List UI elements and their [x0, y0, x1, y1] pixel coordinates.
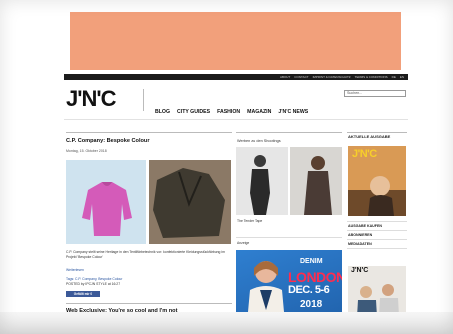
shooting-caption: The Tender Tape [237, 219, 263, 223]
ad-banner[interactable] [70, 12, 401, 70]
article-divider [66, 132, 232, 133]
ad-denim-text: DENIM [300, 258, 323, 265]
topbar-lang-en[interactable]: EN [400, 74, 404, 80]
shooting-image-left[interactable] [236, 147, 288, 215]
topbar-lang-de[interactable]: DE [392, 74, 396, 80]
middle-header: Werben zu den Shootings [237, 139, 281, 143]
article-teaser: C.P. Company stellt seine Heritage in de… [66, 250, 225, 259]
main-nav: BLOG CITY GUIDES FASHION MAGAZIN J'N'C N… [155, 109, 308, 115]
sidebar-divider [347, 239, 407, 240]
middle-divider [236, 237, 342, 238]
ad-london-text: LONDON [288, 269, 342, 285]
sidebar-divider [347, 132, 407, 133]
nav-item-city-guides[interactable]: CITY GUIDES [177, 109, 210, 115]
article-posted-by: POSTED by IPCJN STYLE at 16:27 [66, 282, 121, 286]
article-tags[interactable]: Tags: C.P. Company, Bespoke Colour [66, 277, 122, 281]
article-divider [66, 303, 232, 304]
article-date: Montag, 15. Oktober 2018 [66, 149, 107, 153]
sidebar-link-mediadata[interactable]: MEDIADATEN [348, 242, 372, 246]
ad-date-text: DEC. 5-6 [288, 284, 330, 296]
sidebar-divider [347, 248, 407, 249]
article-image-hoodie[interactable] [66, 160, 146, 244]
topbar-link-imprint[interactable]: IMPRINT & DATENSCHUTZ [313, 74, 351, 80]
sidebar-link-subscribe[interactable]: ABONNIEREN [348, 233, 372, 237]
screen-bottom-edge [0, 312, 453, 334]
nav-item-blog[interactable]: BLOG [155, 109, 170, 115]
topbar-link-about[interactable]: ABOUT [280, 74, 290, 80]
nav-divider [64, 119, 408, 120]
current-issue-heading: AKTUELLE AUSGABE [348, 134, 391, 139]
sidebar-divider [347, 221, 407, 222]
sidebar-link-buy-issue[interactable]: AUSGABE KAUFEN [348, 224, 382, 228]
search-input[interactable]: Suchen... [344, 90, 406, 97]
ad-label: Anzeige [237, 241, 250, 245]
sidebar-divider [347, 230, 407, 231]
article-image-jacket[interactable] [149, 160, 231, 244]
topbar-link-terms[interactable]: TERMS & CONDITIONS [355, 74, 388, 80]
website-screenshot: ABOUT CONTACT IMPRINT & DATENSCHUTZ TERM… [64, 74, 408, 334]
nav-item-magazin[interactable]: MAGAZIN [247, 109, 271, 115]
cover-logo: J'N'C [352, 148, 377, 160]
topbar-link-contact[interactable]: CONTACT [294, 74, 308, 80]
nav-item-jnc-news[interactable]: J'N'C NEWS [278, 109, 308, 115]
site-logo[interactable]: J'N'C [66, 88, 116, 110]
read-more-link[interactable]: Weiterlesen [66, 268, 84, 272]
second-cover-logo: J'N'C [351, 267, 369, 274]
middle-divider [236, 132, 342, 133]
top-bar: ABOUT CONTACT IMPRINT & DATENSCHUTZ TERM… [64, 74, 408, 80]
article-title[interactable]: C.P. Company: Bespoke Colour [66, 138, 150, 144]
shooting-image-right[interactable] [290, 147, 342, 215]
logo-divider [143, 89, 144, 111]
ad-year-text: 2018 [300, 299, 323, 310]
facebook-like-button[interactable]: Gefällt mir 0 [66, 291, 100, 297]
nav-item-fashion[interactable]: FASHION [217, 109, 240, 115]
